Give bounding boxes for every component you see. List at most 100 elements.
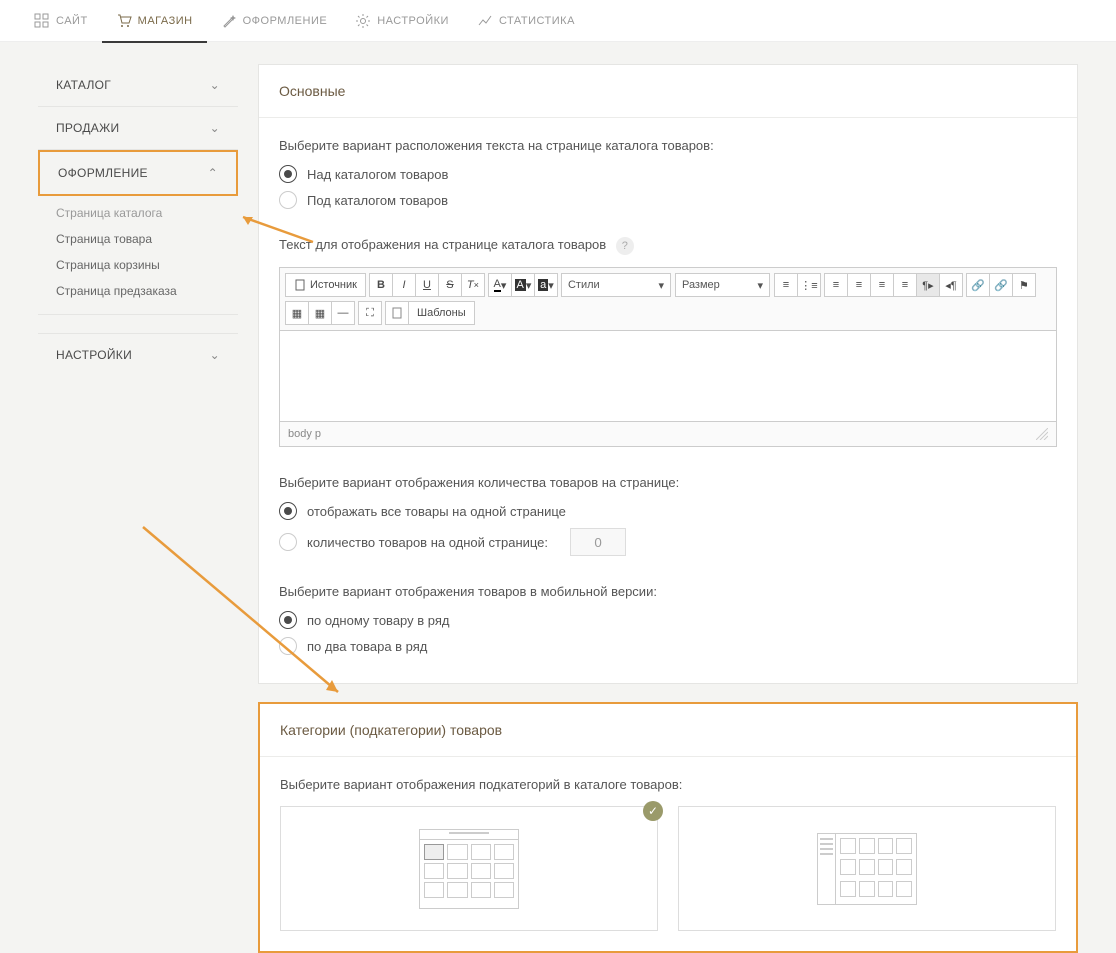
editor-maximize-button[interactable]: ⛶ [358, 301, 382, 325]
sidebar-group-settings: НАСТРОЙКИ ⌄ [38, 333, 238, 376]
editor-size-select[interactable]: Размер▾ [675, 273, 770, 297]
gear-icon [355, 13, 371, 29]
sidebar-head-sales[interactable]: ПРОДАЖИ ⌄ [38, 107, 238, 149]
editor-anchor-button[interactable]: ⚑ [1012, 273, 1036, 297]
field-label: Выберите вариант расположения текста на … [279, 138, 1057, 153]
rich-text-editor: Источник B I U S T× A▾ [279, 267, 1057, 447]
sidebar-group-catalog: КАТАЛОГ ⌄ [38, 64, 238, 107]
editor-font-button[interactable]: a▾ [534, 273, 558, 297]
editor-align-right-button[interactable]: ≡ [870, 273, 894, 297]
radio-icon [279, 637, 297, 655]
field-label: Выберите вариант отображения товаров в м… [279, 584, 1057, 599]
radio-icon [279, 191, 297, 209]
sidebar-item-preorder-page[interactable]: Страница предзаказа [56, 278, 220, 304]
sidebar-item-cart-page[interactable]: Страница корзины [56, 252, 220, 278]
panel-main: Основные Выберите вариант расположения т… [258, 64, 1078, 684]
layout-option-side-categories[interactable] [678, 806, 1056, 931]
layout-option-top-categories[interactable]: ✓ [280, 806, 658, 931]
panel-title: Основные [259, 65, 1077, 118]
editor-source-button[interactable]: Источник [285, 273, 366, 297]
editor-ltr-button[interactable]: ¶▸ [916, 273, 940, 297]
sidebar-submenu: Страница каталога Страница товара Страни… [38, 196, 238, 314]
chevron-down-icon: ⌄ [210, 121, 220, 135]
editor-style-select[interactable]: Стили▾ [561, 273, 671, 297]
sidebar-head-design[interactable]: ОФОРМЛЕНИЕ ⌃ [38, 150, 238, 196]
editor-italic-button[interactable]: I [392, 273, 416, 297]
editor-rtl-button[interactable]: ◂¶ [939, 273, 963, 297]
nav-label: МАГАЗИН [138, 15, 193, 27]
layout-preview-icon [817, 833, 917, 905]
chevron-down-icon: ⌄ [210, 78, 220, 92]
editor-bold-button[interactable]: B [369, 273, 393, 297]
editor-bullet-list-button[interactable]: ⋮≡ [797, 273, 821, 297]
nav-label: САЙТ [56, 15, 88, 27]
page-icon [391, 307, 403, 319]
sidebar-head-settings[interactable]: НАСТРОЙКИ ⌄ [38, 334, 238, 376]
sidebar-head-catalog[interactable]: КАТАЛОГ ⌄ [38, 64, 238, 106]
editor-path[interactable]: body p [288, 428, 321, 440]
radio-mobile-one[interactable]: по одному товару в ряд [279, 611, 1057, 629]
editor-underline-button[interactable]: U [415, 273, 439, 297]
top-navigation: САЙТ МАГАЗИН ОФОРМЛЕНИЕ НАСТРОЙКИ СТАТИС… [0, 0, 1116, 42]
field-label: Выберите вариант отображения подкатегори… [280, 777, 1056, 792]
selected-badge-icon: ✓ [643, 801, 663, 821]
section-item-count: Выберите вариант отображения количества … [279, 475, 1057, 556]
radio-mobile-two[interactable]: по два товара в ряд [279, 637, 1057, 655]
editor-removeformat-button[interactable]: T× [461, 273, 485, 297]
radio-all-items[interactable]: отображать все товары на одной странице [279, 502, 1057, 520]
radio-icon [279, 611, 297, 629]
sidebar-item-catalog-page[interactable]: Страница каталога [56, 200, 220, 226]
panel-title: Категории (подкатегории) товаров [260, 704, 1076, 757]
editor-align-justify-button[interactable]: ≡ [893, 273, 917, 297]
sidebar-group-design: ОФОРМЛЕНИЕ ⌃ Страница каталога Страница … [38, 150, 238, 315]
panel-categories: Категории (подкатегории) товаров Выберит… [258, 702, 1078, 953]
sidebar-item-product-page[interactable]: Страница товара [56, 226, 220, 252]
nav-label: ОФОРМЛЕНИЕ [243, 15, 328, 27]
grid-icon [34, 13, 50, 29]
editor-textcolor-button[interactable]: A▾ [488, 273, 512, 297]
radio-count-per-page[interactable]: количество товаров на одной странице: [279, 528, 1057, 556]
radio-above-catalog[interactable]: Над каталогом товаров [279, 165, 1057, 183]
resize-handle-icon[interactable] [1036, 428, 1048, 440]
editor-toolbar: Источник B I U S T× A▾ [280, 268, 1056, 331]
nav-label: СТАТИСТИКА [499, 15, 575, 27]
editor-newpage-button[interactable] [385, 301, 409, 325]
editor-hr-button[interactable]: — [331, 301, 355, 325]
nav-label: НАСТРОЙКИ [377, 15, 449, 27]
radio-icon [279, 502, 297, 520]
editor-numbered-list-button[interactable]: ≡ [774, 273, 798, 297]
nav-store[interactable]: МАГАЗИН [102, 0, 207, 42]
sidebar: КАТАЛОГ ⌄ ПРОДАЖИ ⌄ ОФОРМЛЕНИЕ ⌃ Страниц… [38, 64, 238, 953]
editor-bgcolor-button[interactable]: A▾ [511, 273, 535, 297]
field-label: Выберите вариант отображения количества … [279, 475, 1057, 490]
editor-align-left-button[interactable]: ≡ [824, 273, 848, 297]
sidebar-group-sales: ПРОДАЖИ ⌄ [38, 107, 238, 150]
editor-templates-button[interactable]: Шаблоны [408, 301, 475, 325]
editor-strike-button[interactable]: S [438, 273, 462, 297]
editor-textarea[interactable] [280, 331, 1056, 421]
nav-stats[interactable]: СТАТИСТИКА [463, 0, 589, 42]
editor-unlink-button[interactable]: 🔗 [989, 273, 1013, 297]
editor-status-bar: body p [280, 421, 1056, 446]
field-label: Текст для отображения на странице катало… [279, 237, 1057, 255]
section-text-position: Выберите вариант расположения текста на … [279, 138, 1057, 209]
wand-icon [221, 13, 237, 29]
editor-image-button[interactable]: ▦ [308, 301, 332, 325]
radio-icon [279, 533, 297, 551]
items-per-page-input[interactable] [570, 528, 626, 556]
radio-below-catalog[interactable]: Под каталогом товаров [279, 191, 1057, 209]
nav-settings[interactable]: НАСТРОЙКИ [341, 0, 463, 42]
nav-site[interactable]: САЙТ [20, 0, 102, 42]
nav-design[interactable]: ОФОРМЛЕНИЕ [207, 0, 342, 42]
editor-table-button[interactable]: ▦ [285, 301, 309, 325]
editor-link-button[interactable]: 🔗 [966, 273, 990, 297]
chevron-up-icon: ⌃ [208, 166, 218, 180]
editor-align-center-button[interactable]: ≡ [847, 273, 871, 297]
stats-icon [477, 13, 493, 29]
layout-options: ✓ [280, 806, 1056, 931]
cart-icon [116, 13, 132, 29]
radio-icon [279, 165, 297, 183]
section-catalog-text: Текст для отображения на странице катало… [279, 237, 1057, 447]
help-icon[interactable]: ? [616, 237, 634, 255]
section-mobile: Выберите вариант отображения товаров в м… [279, 584, 1057, 655]
